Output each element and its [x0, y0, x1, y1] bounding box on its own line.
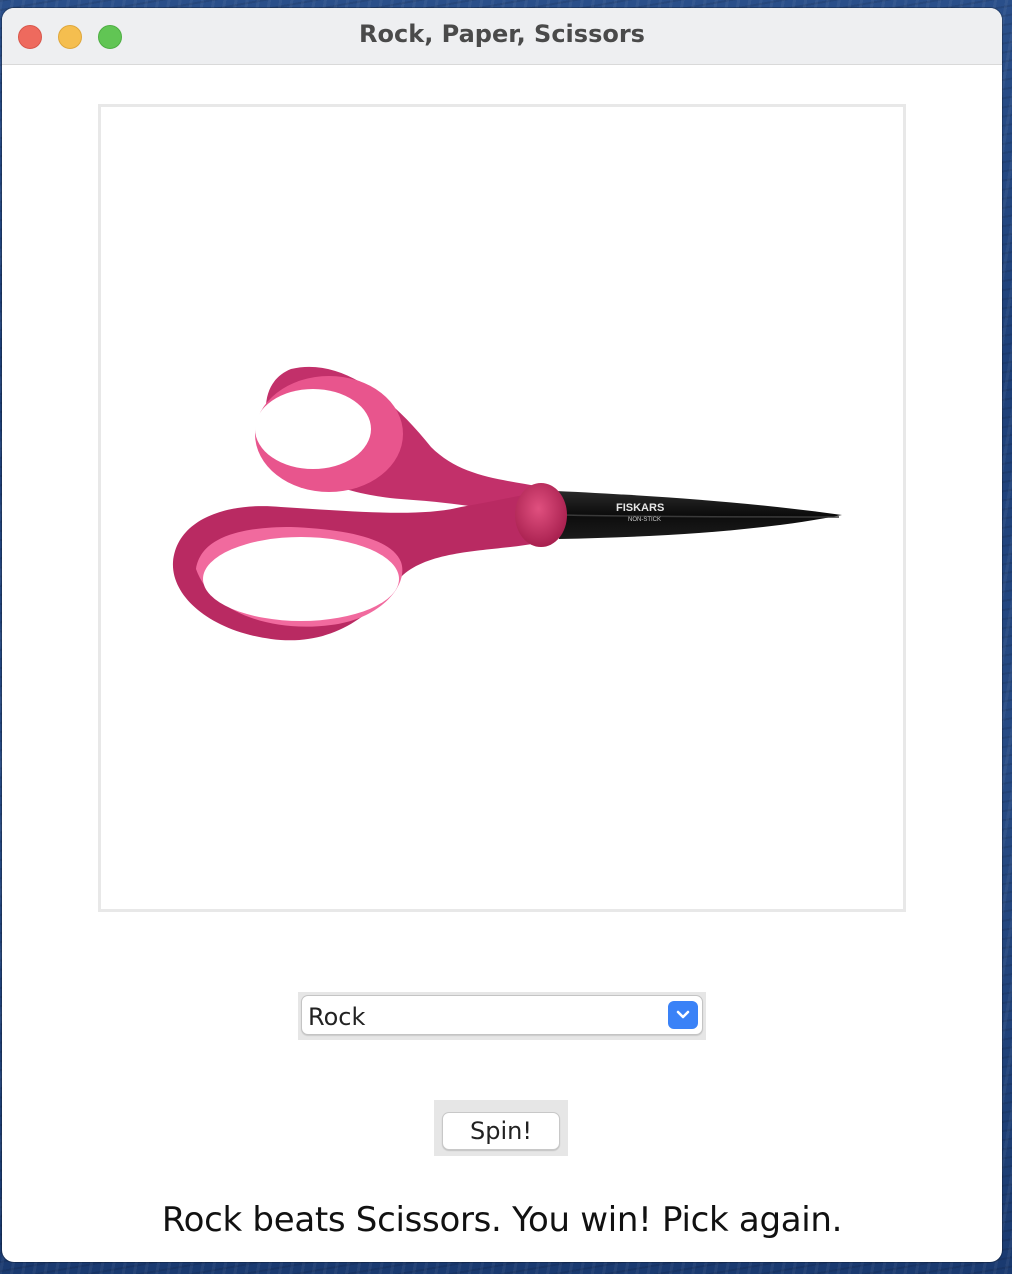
choice-select-container: Rock [298, 992, 706, 1040]
window-title: Rock, Paper, Scissors [359, 20, 645, 48]
choice-select-value: Rock [308, 1003, 366, 1031]
title-bar: Rock, Paper, Scissors [2, 8, 1002, 65]
blade-brand-text: FISKARS [616, 502, 664, 514]
blade-subtext: NON-STICK [628, 517, 661, 523]
result-message: Rock beats Scissors. You win! Pick again… [161, 1200, 843, 1240]
scissors-image: FISKARS NON-STICK [172, 366, 842, 641]
choice-select[interactable]: Rock [301, 995, 703, 1035]
computer-choice-image: FISKARS NON-STICK [98, 104, 906, 912]
spin-button-container: Spin! [434, 1100, 568, 1156]
chevron-down-icon[interactable] [668, 1001, 698, 1029]
spin-button[interactable]: Spin! [442, 1112, 560, 1150]
app-window: Rock, Paper, Scissors FISKARS NON-STICK [2, 8, 1002, 1262]
